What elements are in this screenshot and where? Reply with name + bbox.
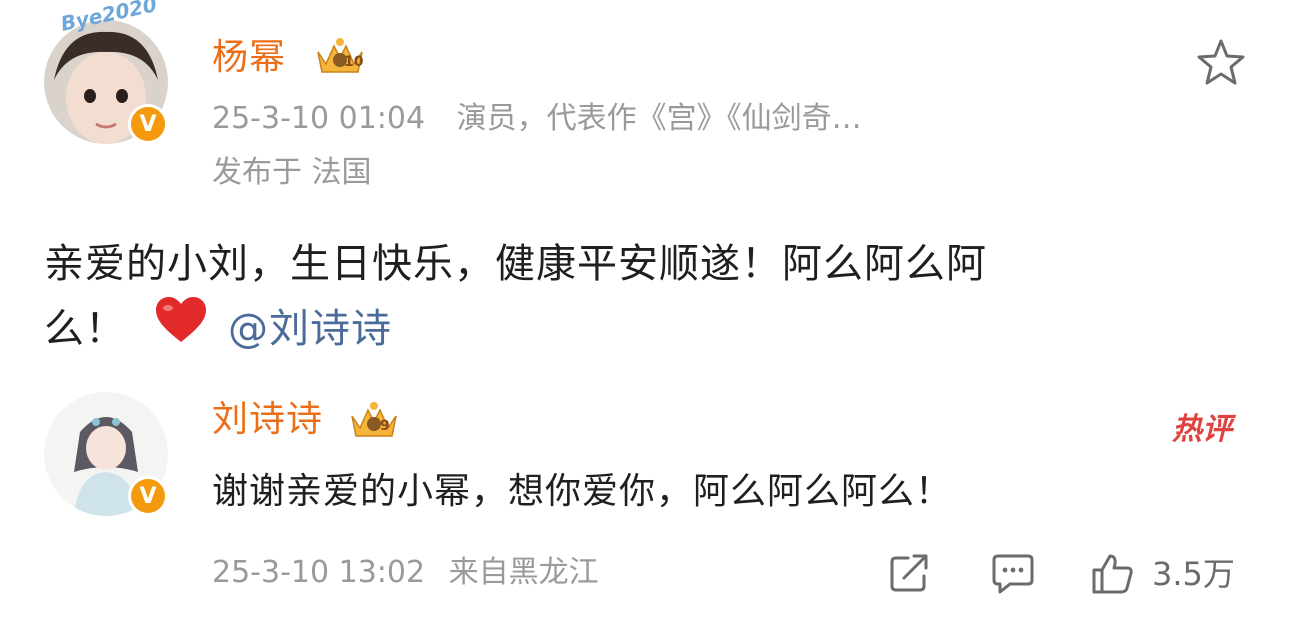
post-timestamp: 25-3-10 01:04 [212, 101, 426, 136]
red-heart-icon [154, 296, 208, 361]
post-text-line-2: 么！ @刘诗诗 [44, 296, 392, 361]
reply-author-name[interactable]: 刘诗诗 [212, 398, 323, 442]
level-number: 10 [344, 54, 364, 70]
vip-crown-badge: 9 [346, 398, 402, 444]
post-meta-line: 25-3-10 01:04 演员，代表作《宫》《仙剑奇… [212, 99, 862, 139]
share-icon[interactable] [888, 552, 932, 594]
reply-text: 谢谢亲爱的小幂，想你爱你，阿么阿么阿么！ [212, 471, 953, 512]
author-description: 演员，代表作《宫》《仙剑奇… [456, 101, 862, 136]
post-location: 发布于 法国 [212, 155, 372, 190]
thumbs-up-icon [1090, 552, 1136, 596]
vip-crown-badge: 10 [312, 34, 368, 80]
verified-badge: V [128, 476, 168, 516]
reply-meta-line: 25-3-10 13:02 来自黑龙江 [212, 553, 599, 593]
like-count: 3.5万 [1152, 555, 1235, 593]
verified-mark: V [139, 483, 157, 509]
comment-icon[interactable] [990, 552, 1036, 596]
reply-timestamp: 25-3-10 13:02 [212, 555, 426, 590]
level-number: 9 [380, 418, 390, 434]
post-author-name[interactable]: 杨幂 [212, 36, 286, 80]
verified-mark: V [139, 111, 157, 137]
reply-source: 来自黑龙江 [448, 555, 599, 590]
like-button[interactable]: 3.5万 [1090, 552, 1235, 596]
mention-link[interactable]: @刘诗诗 [228, 299, 392, 359]
post-text-line-1: 亲爱的小刘，生日快乐，健康平安顺遂！阿么阿么阿 [44, 241, 987, 287]
hot-comment-badge: 热评 [1172, 412, 1232, 447]
verified-badge: V [128, 104, 168, 144]
post-text-tail: 么！ [44, 305, 126, 352]
star-icon[interactable] [1196, 38, 1246, 86]
